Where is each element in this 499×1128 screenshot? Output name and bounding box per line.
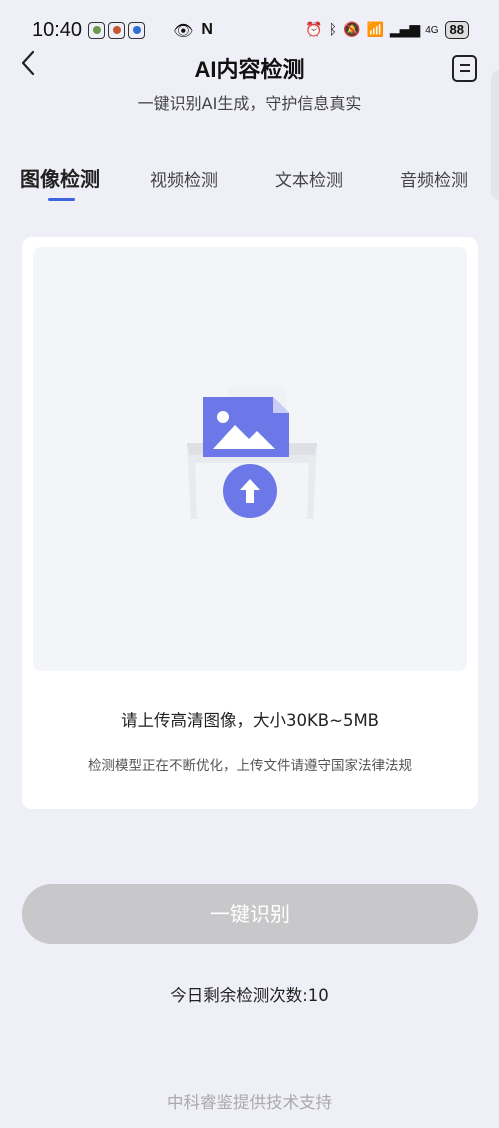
remaining-count: 今日剩余检测次数:10 [170,986,329,1005]
alarm-icon: ⏰ [305,22,323,38]
app-notification-icon [128,21,146,39]
status-app-icons [88,21,146,39]
app-notification-icon [108,21,126,39]
page-subtitle: 一键识别AI生成，守护信息真实 [137,94,362,113]
header: AI内容检测 一键识别AI生成，守护信息真实 [0,48,499,118]
status-time: 10:40 [32,18,83,41]
battery-indicator: 88 [444,21,469,39]
tab-video-detection[interactable]: 视频检测 [150,166,218,191]
mute-icon: 🔕 [343,22,361,38]
history-button[interactable] [452,55,477,82]
wifi-icon: 📶 [366,22,384,38]
upload-hint: 请上传高清图像，大小30KB~5MB [120,711,379,730]
nfc-icon: N [201,21,213,38]
signal-icon: ▂▄▆ [389,22,420,38]
upload-note: 检测模型正在不断优化，上传文件请遵守国家法律法规 [88,758,412,774]
tab-active-indicator [48,198,75,201]
document-icon [460,64,470,66]
tab-audio-detection[interactable]: 音频检测 [400,166,468,191]
tab-bar: 图像检测 视频检测 文本检测 音频检测 [0,160,499,206]
document-icon-line [460,70,470,72]
upload-card: 请上传高清图像，大小30KB~5MB 检测模型正在不断优化，上传文件请遵守国家法… [22,237,478,809]
tab-text-detection[interactable]: 文本检测 [275,166,343,191]
app-notification-icon [88,21,106,39]
bluetooth-icon: ᛒ [328,22,337,38]
upload-area[interactable] [33,247,467,671]
status-mid-icons: 👁 N [173,21,213,40]
page-title: AI内容检测 [194,57,305,82]
status-right-icons: ⏰ ᛒ 🔕 📶 ▂▄▆ 4G 88 [305,21,469,39]
detect-button[interactable]: 一键识别 [22,884,478,944]
eye-icon: 👁 [173,20,194,40]
network-type-icon: 4G [425,24,439,36]
tab-image-detection[interactable]: 图像检测 [20,163,100,192]
upload-image-icon [187,387,317,521]
footer-credit: 中科睿鉴提供技术支持 [167,1093,332,1112]
